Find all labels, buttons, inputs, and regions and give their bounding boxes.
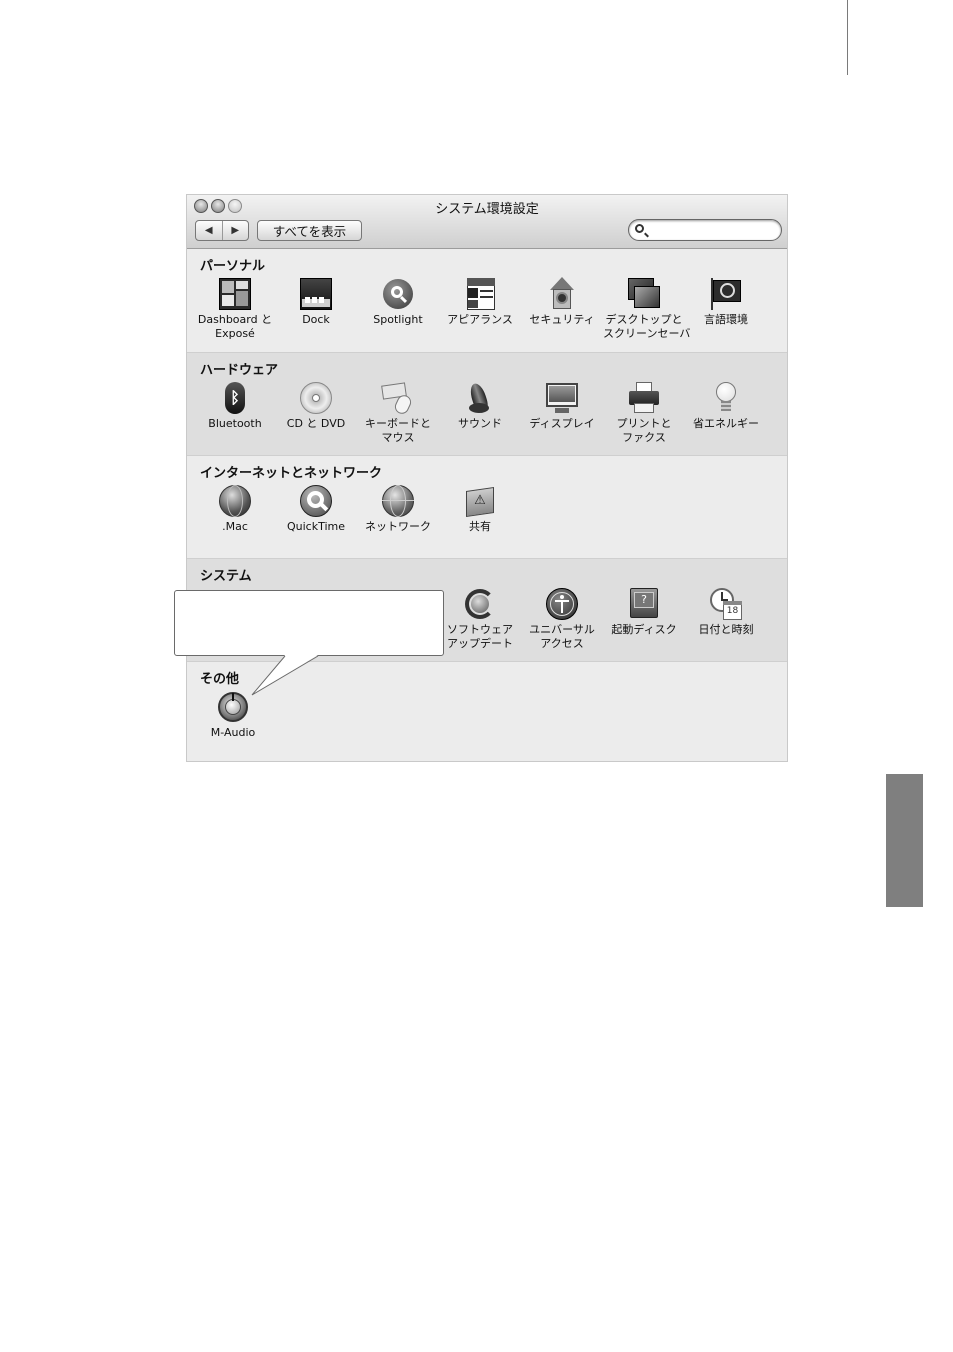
dotmac-globe-icon xyxy=(218,484,252,518)
pref-label: ディスプレイ xyxy=(529,417,595,430)
section-title: パーソナル xyxy=(200,259,266,274)
pref-label: M-Audio xyxy=(210,726,256,739)
callout-bubble xyxy=(174,590,444,656)
page-margin-line xyxy=(847,0,848,75)
pref-label: ユニバーサル xyxy=(529,623,595,636)
back-button[interactable]: ◀ xyxy=(196,221,222,240)
display-icon xyxy=(545,381,579,415)
pref-label: プリントと xyxy=(616,417,672,430)
section-title: ハードウェア xyxy=(200,363,279,378)
pref-keyboard-mouse[interactable]: キーボードと マウス xyxy=(357,381,439,445)
section-title: その他 xyxy=(200,672,240,687)
pref-m-audio[interactable]: M-Audio xyxy=(192,690,274,740)
pref-label: Dock xyxy=(302,313,330,326)
pref-quicktime[interactable]: QuickTime xyxy=(275,484,357,534)
pref-label: 省エネルギー xyxy=(693,417,759,430)
pref-label: 起動ディスク xyxy=(611,623,677,636)
pref-label-line2: マウス xyxy=(381,431,415,444)
pref-dashboard-expose[interactable]: Dashboard と Exposé xyxy=(194,277,276,341)
date-time-clock-icon: 18 xyxy=(709,587,743,621)
pref-label-line2: ファクス xyxy=(622,431,666,444)
dashboard-expose-icon xyxy=(218,277,252,311)
spotlight-icon xyxy=(381,277,415,311)
pref-label: デスクトップと xyxy=(605,313,683,326)
language-flag-icon xyxy=(709,277,743,311)
pref-label: 日付と時刻 xyxy=(698,623,754,636)
section-internet-network: インターネットとネットワーク .Mac QuickTime ネットワーク ⚠ 共… xyxy=(187,455,787,558)
cd-dvd-icon xyxy=(299,381,333,415)
pref-label: セキュリティ xyxy=(529,313,595,326)
pref-label: Bluetooth xyxy=(208,417,262,430)
pref-sharing[interactable]: ⚠ 共有 xyxy=(439,484,521,534)
pref-appearance[interactable]: アピアランス xyxy=(439,277,521,327)
forward-button[interactable]: ▶ xyxy=(221,221,249,240)
pref-label-line2: アクセス xyxy=(540,637,584,650)
desktop-screensaver-icon xyxy=(627,277,661,311)
pref-date-time[interactable]: 18 日付と時刻 xyxy=(685,587,767,637)
title-toolbar: システム環境設定 ◀ ▶ すべてを表示 xyxy=(187,195,787,249)
pref-language[interactable]: 言語環境 xyxy=(685,277,767,327)
pref-label: ソフトウェア xyxy=(447,623,513,636)
pref-universal-access[interactable]: ユニバーサル アクセス xyxy=(521,587,603,651)
security-house-icon xyxy=(545,277,579,311)
pref-label: QuickTime xyxy=(286,520,346,533)
pref-label: ネットワーク xyxy=(365,520,431,533)
pref-label: 言語環境 xyxy=(704,313,748,326)
search-field[interactable] xyxy=(628,219,782,241)
pref-dock[interactable]: Dock xyxy=(275,277,357,327)
keyboard-mouse-icon xyxy=(381,381,415,417)
lightbulb-icon xyxy=(709,381,743,415)
pref-startup-disk[interactable]: ? 起動ディスク xyxy=(603,587,685,637)
calendar-day: 18 xyxy=(726,606,739,616)
quicktime-icon xyxy=(299,484,333,518)
pref-label: サウンド xyxy=(458,417,502,430)
section-hardware: ハードウェア ᛒ Bluetooth CD と DVD キーボードと マウス サ… xyxy=(187,352,787,455)
pref-label-line2: スクリーンセーバ xyxy=(603,327,691,340)
pref-label: キーボードと xyxy=(365,417,431,430)
printer-icon xyxy=(627,381,661,415)
pref-software-update[interactable]: ソフトウェア アップデート xyxy=(439,587,521,651)
pref-label: アピアランス xyxy=(447,313,513,326)
pref-display[interactable]: ディスプレイ xyxy=(521,381,603,431)
appearance-icon xyxy=(463,277,497,311)
search-input[interactable] xyxy=(651,222,775,240)
pref-label: .Mac xyxy=(222,520,248,533)
pref-bluetooth[interactable]: ᛒ Bluetooth xyxy=(194,381,276,431)
callout-pointer xyxy=(251,655,319,696)
dock-icon xyxy=(299,277,333,311)
startup-disk-icon: ? xyxy=(627,587,661,621)
pref-security[interactable]: セキュリティ xyxy=(521,277,603,327)
search-icon xyxy=(635,224,644,233)
section-title: システム xyxy=(200,569,252,584)
sharing-folder-icon: ⚠ xyxy=(463,484,497,518)
pref-label-line2: Exposé xyxy=(215,327,255,340)
section-title: インターネットとネットワーク xyxy=(200,466,383,481)
pref-energy-saver[interactable]: 省エネルギー xyxy=(685,381,767,431)
pref-label: Dashboard と xyxy=(197,313,273,326)
pref-label: Spotlight xyxy=(373,313,423,326)
pref-label: 共有 xyxy=(469,520,491,533)
pref-desktop-screensaver[interactable]: デスクトップと スクリーンセーバ xyxy=(603,277,691,341)
pref-network[interactable]: ネットワーク xyxy=(357,484,439,534)
m-audio-knob-icon xyxy=(216,690,250,724)
pref-print-fax[interactable]: プリントと ファクス xyxy=(603,381,685,445)
software-update-icon xyxy=(463,587,497,621)
pref-spotlight[interactable]: Spotlight xyxy=(357,277,439,327)
pref-sound[interactable]: サウンド xyxy=(439,381,521,431)
speaker-icon xyxy=(463,381,497,415)
network-globe-icon xyxy=(381,484,415,518)
bluetooth-icon: ᛒ xyxy=(218,381,252,415)
show-all-button[interactable]: すべてを表示 xyxy=(257,220,362,241)
pref-dotmac[interactable]: .Mac xyxy=(194,484,276,534)
back-forward-control: ◀ ▶ xyxy=(195,220,249,241)
pref-label-line2: アップデート xyxy=(447,637,513,650)
section-personal: パーソナル Dashboard と Exposé Dock Spotlight … xyxy=(187,249,787,352)
chapter-side-tab xyxy=(886,774,923,907)
pref-label: CD と DVD xyxy=(286,417,346,430)
universal-access-icon xyxy=(545,587,579,621)
pref-cd-dvd[interactable]: CD と DVD xyxy=(275,381,357,431)
window-title: システム環境設定 xyxy=(435,202,539,217)
